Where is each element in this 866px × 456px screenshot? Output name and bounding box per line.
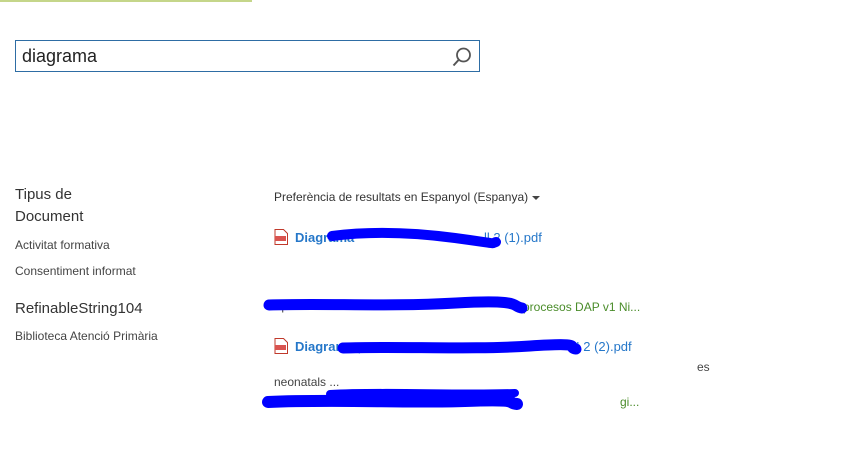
- refiner-title-refinablestring104: RefinableString104: [15, 300, 143, 317]
- refiner-item-activitat-formativa[interactable]: Activitat formativa: [15, 237, 235, 253]
- search-box[interactable]: [15, 40, 480, 72]
- pdf-icon: [274, 229, 288, 245]
- refiner-title-line2: Document: [15, 208, 84, 225]
- refiner-title-line1: Tipus de: [15, 186, 72, 203]
- result-title-2-bold: Diagrama: [295, 339, 355, 354]
- result-2-snippet-side: es: [697, 360, 710, 374]
- result-2-url[interactable]: gi...: [620, 395, 639, 409]
- chevron-down-icon: [532, 195, 541, 200]
- refiner-item-consentiment-informat[interactable]: Consentiment informat: [15, 263, 235, 279]
- redaction-scribble-1: [327, 227, 501, 249]
- refiners-panel: Tipus de Document Activitat formativa Co…: [15, 184, 235, 344]
- refiner-item-biblioteca[interactable]: Biblioteca Atenció Primària: [15, 328, 235, 344]
- result-title-1[interactable]: Diagrama: [295, 230, 354, 245]
- top-accent-line: [0, 0, 252, 2]
- results-panel: Preferència de resultats en Espanyol (Es…: [274, 190, 854, 204]
- redaction-scribble-4: [262, 388, 523, 410]
- result-title-2[interactable]: Diagrama processos est: [295, 339, 438, 354]
- result-title-1-end[interactable]: ll 2 (1).pdf: [484, 230, 542, 245]
- language-preference-label: Preferència de resultats en Espanyol (Es…: [274, 190, 529, 204]
- result-1-url[interactable]: procesos DAP v1 Ni...: [523, 300, 640, 314]
- result-title-2-rest: processos est: [354, 339, 439, 354]
- search-input[interactable]: [22, 43, 442, 69]
- result-title-2-end[interactable]: I 2 (2).pdf: [576, 339, 632, 354]
- result-1-url-prefix: https://xxxxxxxxx/Di: [268, 299, 373, 313]
- result-2-snippet: neonatals ...: [274, 375, 340, 389]
- search-icon[interactable]: [451, 46, 473, 68]
- pdf-icon: [274, 338, 288, 354]
- language-preference-dropdown[interactable]: Preferència de resultats en Espanyol (Es…: [274, 190, 854, 204]
- result-title-1-bold: Diagrama: [295, 230, 355, 245]
